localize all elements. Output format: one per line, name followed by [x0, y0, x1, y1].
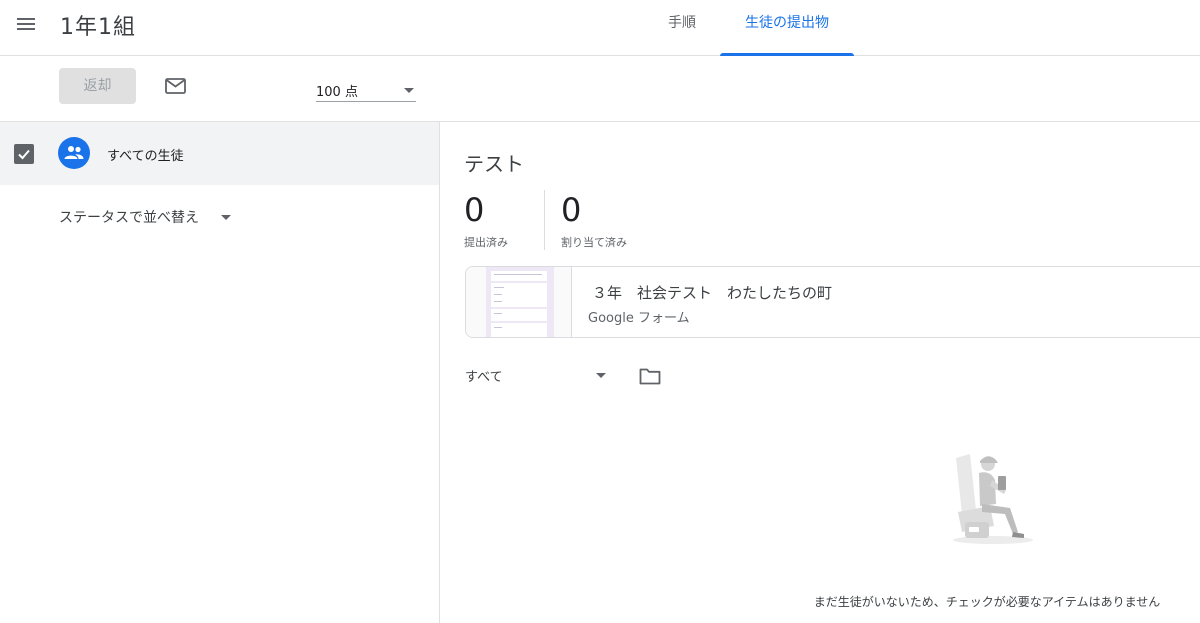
sort-by-status-dropdown[interactable]: ステータスで並べ替え: [59, 207, 231, 229]
stat-assigned-count: 0: [561, 191, 582, 229]
chevron-down-icon: [404, 88, 414, 93]
mail-icon[interactable]: [165, 78, 186, 94]
folder-icon[interactable]: [639, 367, 661, 385]
attachment-type: Google フォーム: [588, 311, 690, 326]
assignment-title: テスト: [464, 152, 524, 176]
stat-turned-in: 0 提出済み: [464, 190, 508, 250]
chevron-down-icon: [596, 373, 606, 378]
people-icon: [64, 146, 84, 159]
people-avatar: [58, 137, 90, 169]
all-students-label: すべての生徒: [107, 149, 184, 164]
student-list-panel: すべての生徒 ステータスで並べ替え: [0, 122, 440, 623]
filter-label: すべて: [465, 370, 503, 385]
tab-student-work[interactable]: 生徒の提出物: [720, 0, 854, 56]
select-all-checkbox[interactable]: [14, 144, 34, 164]
filter-dropdown[interactable]: すべて: [465, 366, 609, 388]
form-thumbnail: [466, 267, 572, 337]
empty-state-message: まだ生徒がいないため、チェックが必要なアイテムはありません: [813, 595, 1161, 609]
app-header: 1年1組 手順 生徒の提出物: [0, 0, 1200, 56]
points-value: 100 点: [316, 85, 358, 100]
class-title: 1年1組: [60, 15, 136, 40]
stat-assigned-label: 割り当て済み: [561, 236, 627, 249]
empty-state-illustration: [953, 454, 1033, 544]
sort-label: ステータスで並べ替え: [59, 210, 199, 226]
attachment-card[interactable]: ３年 社会テスト わたしたちの町 Google フォーム: [465, 266, 1200, 338]
stat-turned-in-label: 提出済み: [464, 236, 508, 249]
all-students-row[interactable]: すべての生徒: [0, 122, 439, 185]
chevron-down-icon: [221, 215, 231, 220]
tab-instructions[interactable]: 手順: [650, 0, 714, 56]
toolbar: 返却 100 点: [0, 56, 1200, 122]
stat-assigned: 0 割り当て済み: [561, 190, 627, 250]
assignment-detail-panel: テスト 0 提出済み 0 割り当て済み ３年 社会テスト わたしたちの町 Goo…: [441, 122, 1200, 623]
menu-icon[interactable]: [14, 12, 38, 36]
tab-student-work-label: 生徒の提出物: [745, 15, 829, 31]
stat-divider: [544, 190, 545, 250]
stat-turned-in-count: 0: [464, 191, 485, 229]
points-select[interactable]: 100 点: [316, 76, 416, 102]
return-button[interactable]: 返却: [59, 68, 136, 104]
attachment-name: ３年 社会テスト わたしたちの町: [592, 284, 833, 302]
check-icon: [18, 149, 30, 160]
